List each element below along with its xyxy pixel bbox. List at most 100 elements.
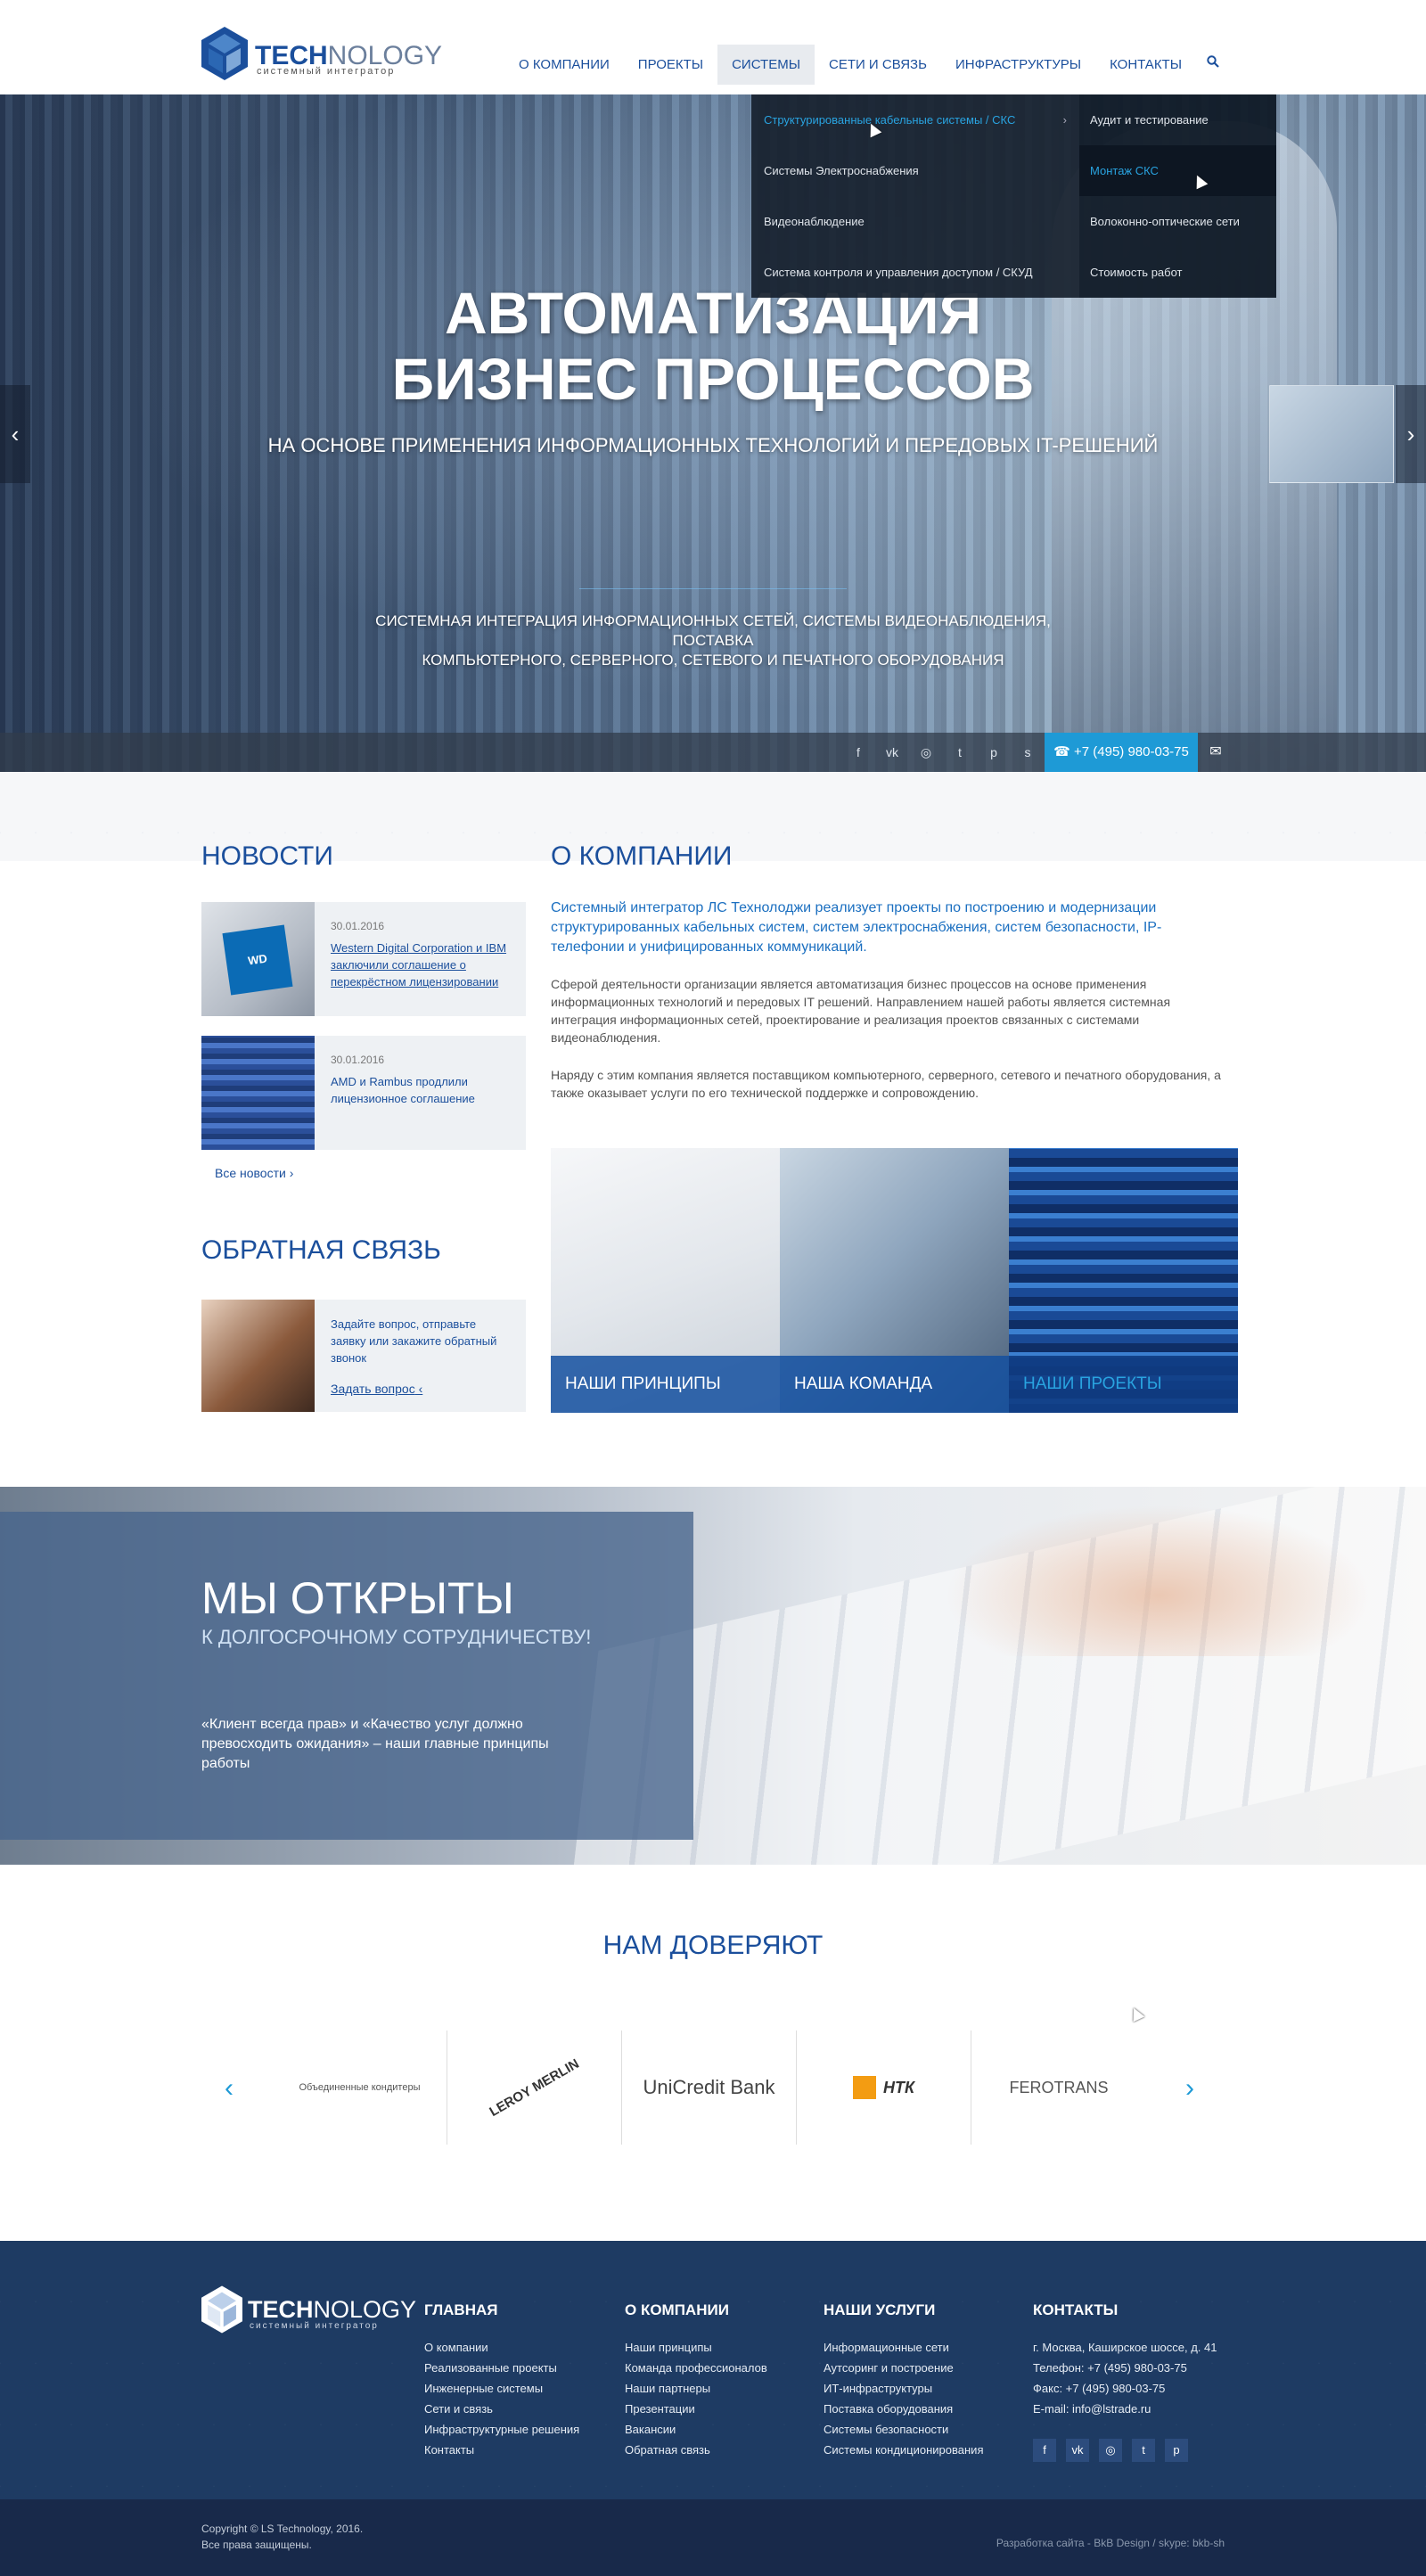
search-icon[interactable] bbox=[1196, 45, 1230, 85]
tile-team[interactable]: НАША КОМАНДА bbox=[780, 1148, 1009, 1413]
footer-link[interactable]: Аутсоринг и построение bbox=[824, 2358, 983, 2378]
slider-next-icon[interactable]: › bbox=[1396, 385, 1426, 483]
submenu-item-install[interactable]: Монтаж СКС bbox=[1079, 145, 1276, 196]
slider-next-thumbnail[interactable] bbox=[1269, 385, 1394, 483]
tile-projects[interactable]: НАШИ ПРОЕКТЫ bbox=[1009, 1148, 1238, 1413]
partner-logo[interactable]: НТК bbox=[797, 2030, 971, 2145]
nav-contacts[interactable]: КОНТАКТЫ bbox=[1095, 45, 1196, 85]
logo-mark-icon bbox=[201, 2285, 242, 2334]
pinterest-icon[interactable]: p bbox=[977, 733, 1011, 772]
ask-question-link[interactable]: Задать вопрос ‹ bbox=[331, 1382, 422, 1396]
dropdown-item-scs[interactable]: Структурированные кабельные системы / СК… bbox=[751, 94, 1079, 145]
slider-prev-icon[interactable]: ‹ bbox=[0, 385, 30, 483]
footer-link[interactable]: Презентации bbox=[625, 2399, 767, 2419]
logo-tagline: системный интегратор bbox=[257, 66, 396, 77]
skype-icon[interactable]: s bbox=[1011, 733, 1045, 772]
footer-col-title: КОНТАКТЫ bbox=[1033, 2301, 1119, 2318]
instagram-icon[interactable]: ◎ bbox=[1099, 2439, 1122, 2462]
facebook-icon[interactable]: f bbox=[1033, 2439, 1056, 2462]
trust-title: НАМ ДОВЕРЯЮТ bbox=[602, 1931, 824, 1960]
ntk-logo-icon bbox=[852, 2076, 876, 2099]
hero-subtitle: НА ОСНОВЕ ПРИМЕНЕНИЯ ИНФОРМАЦИОННЫХ ТЕХН… bbox=[267, 434, 1159, 456]
tile-principles[interactable]: НАШИ ПРИНЦИПЫ bbox=[551, 1148, 780, 1413]
footer-link[interactable]: Информационные сети bbox=[824, 2337, 983, 2358]
chevron-right-icon: › bbox=[289, 1166, 294, 1180]
pinterest-icon[interactable]: p bbox=[1165, 2439, 1188, 2462]
footer-link[interactable]: Системы кондиционирования bbox=[824, 2440, 983, 2460]
phone-number: +7 (495) 980-03-75 bbox=[1074, 744, 1189, 759]
developer-credit[interactable]: Разработка сайта - BkB Design / skype: b… bbox=[996, 2537, 1225, 2549]
news-link[interactable]: Western Digital Corporation и IBM заключ… bbox=[331, 939, 513, 990]
footer-link[interactable]: Реализованные проекты bbox=[424, 2358, 579, 2378]
partner-name: UniCredit Bank bbox=[643, 2076, 775, 2098]
feedback-title: ОБРАТНАЯ СВЯЗЬ bbox=[201, 1235, 441, 1265]
about-paragraph-2: Наряду с этим компания является поставщи… bbox=[551, 1068, 1221, 1100]
partner-logo[interactable]: UniCredit Bank bbox=[622, 2030, 797, 2145]
twitter-icon[interactable]: t bbox=[1132, 2439, 1155, 2462]
partner-name: FEROTRANS bbox=[1009, 2078, 1109, 2096]
footer-link[interactable]: О компании bbox=[424, 2337, 579, 2358]
footer-link[interactable]: Наши партнеры bbox=[625, 2378, 767, 2399]
news-item[interactable]: 30.01.2016 AMD и Rambus продлили лицензи… bbox=[201, 1036, 526, 1150]
hero-title-line2: БИЗНЕС ПРОЦЕССОВ bbox=[391, 346, 1035, 412]
footer-link[interactable]: Команда профессионалов bbox=[625, 2358, 767, 2378]
mail-icon[interactable]: ✉ bbox=[1198, 733, 1233, 772]
partner-logos: Объединенные кондитеры LEROY MERLIN UniC… bbox=[273, 2030, 1146, 2145]
instagram-icon[interactable]: ◎ bbox=[909, 733, 943, 772]
open-subtitle: К ДОЛГОСРОЧНОМУ СОТРУДНИЧЕСТВУ! bbox=[201, 1626, 592, 1648]
nav-infrastructure[interactable]: ИНФРАСТРУКТУРЫ bbox=[941, 45, 1095, 85]
partner-logo[interactable]: FEROTRANS bbox=[971, 2030, 1146, 2145]
nav-systems[interactable]: СИСТЕМЫ bbox=[717, 45, 815, 85]
vk-icon[interactable]: vk bbox=[1066, 2439, 1089, 2462]
dropdown-item-skud[interactable]: Система контроля и управления доступом /… bbox=[751, 247, 1079, 298]
footer-link[interactable]: Наши принципы bbox=[625, 2337, 767, 2358]
footer-logo[interactable]: TECHNOLOGY системный интегратор bbox=[201, 2285, 416, 2339]
hero-desc-line2: КОМПЬЮТЕРНОГО, СЕРВЕРНОГО, СЕТЕВОГО И ПЕ… bbox=[422, 652, 1004, 669]
dropdown-item-power[interactable]: Системы Электроснабжения bbox=[751, 145, 1079, 196]
footer-col-contacts: КОНТАКТЫ г. Москва, Каширское шоссе, д. … bbox=[1033, 2301, 1217, 2419]
news-item[interactable]: WD 30.01.2016 Western Digital Corporatio… bbox=[201, 902, 526, 1016]
all-news-link[interactable]: Все новости › bbox=[215, 1166, 293, 1180]
footer-link[interactable]: Обратная связь bbox=[625, 2440, 767, 2460]
partner-logo[interactable]: Объединенные кондитеры bbox=[273, 2030, 447, 2145]
footer-link[interactable]: ИТ-инфраструктуры bbox=[824, 2378, 983, 2399]
phone-button[interactable]: ☎ +7 (495) 980-03-75 bbox=[1045, 733, 1198, 772]
about-paragraph-1: Сферой деятельности организации является… bbox=[551, 977, 1171, 1045]
about-title: О КОМПАНИИ bbox=[551, 841, 733, 871]
footer-phone: Телефон: +7 (495) 980-03-75 bbox=[1033, 2361, 1187, 2375]
partner-name: LEROY MERLIN bbox=[487, 2055, 582, 2120]
footer-link[interactable]: Поставка оборудования bbox=[824, 2399, 983, 2419]
dropdown-item-video[interactable]: Видеонаблюдение bbox=[751, 196, 1079, 247]
submenu-item-audit[interactable]: Аудит и тестирование bbox=[1079, 94, 1276, 145]
copyright-line2: Все права защищены. bbox=[201, 2539, 312, 2551]
nav-networks[interactable]: СЕТИ И СВЯЗЬ bbox=[815, 45, 941, 85]
partner-name: НТК bbox=[882, 2078, 915, 2096]
nav-about[interactable]: О КОМПАНИИ bbox=[504, 45, 624, 85]
chevron-right-icon[interactable]: › bbox=[1185, 2073, 1194, 2104]
nav-projects[interactable]: ПРОЕКТЫ bbox=[624, 45, 717, 85]
footer-link[interactable]: Контакты bbox=[424, 2440, 579, 2460]
open-text: «Клиент всегда прав» и «Качество услуг д… bbox=[201, 1717, 549, 1771]
twitter-icon[interactable]: t bbox=[943, 733, 977, 772]
feedback-text: Задайте вопрос, отправьте заявку или зак… bbox=[331, 1317, 497, 1365]
footer-email[interactable]: E-mail: info@lstrade.ru bbox=[1033, 2399, 1217, 2419]
feedback-image bbox=[201, 1300, 315, 1412]
footer-link[interactable]: Вакансии bbox=[625, 2419, 767, 2440]
footer-link[interactable]: Инженерные системы bbox=[424, 2378, 579, 2399]
footer-logo-tagline: системный интегратор bbox=[250, 2321, 379, 2331]
footer-link[interactable]: Сети и связь bbox=[424, 2399, 579, 2419]
submenu-item-fiber[interactable]: Волоконно-оптические сети bbox=[1079, 196, 1276, 247]
partner-logo[interactable]: LEROY MERLIN bbox=[447, 2030, 622, 2145]
news-image: WD bbox=[201, 902, 315, 1016]
footer-link[interactable]: Инфраструктурные решения bbox=[424, 2419, 579, 2440]
chevron-left-icon[interactable]: ‹ bbox=[225, 2073, 234, 2104]
hero-divider bbox=[579, 588, 847, 589]
logo-mark-icon bbox=[201, 27, 248, 80]
footer-col-title: НАШИ УСЛУГИ bbox=[824, 2301, 936, 2318]
facebook-icon[interactable]: f bbox=[841, 733, 875, 772]
submenu-item-price[interactable]: Стоимость работ bbox=[1079, 247, 1276, 298]
news-link[interactable]: AMD и Rambus продлили лицензионное согла… bbox=[331, 1073, 513, 1107]
vk-icon[interactable]: vk bbox=[875, 733, 909, 772]
footer-link[interactable]: Системы безопасности bbox=[824, 2419, 983, 2440]
logo[interactable]: TECHNOLOGY системный интегратор bbox=[201, 25, 442, 82]
